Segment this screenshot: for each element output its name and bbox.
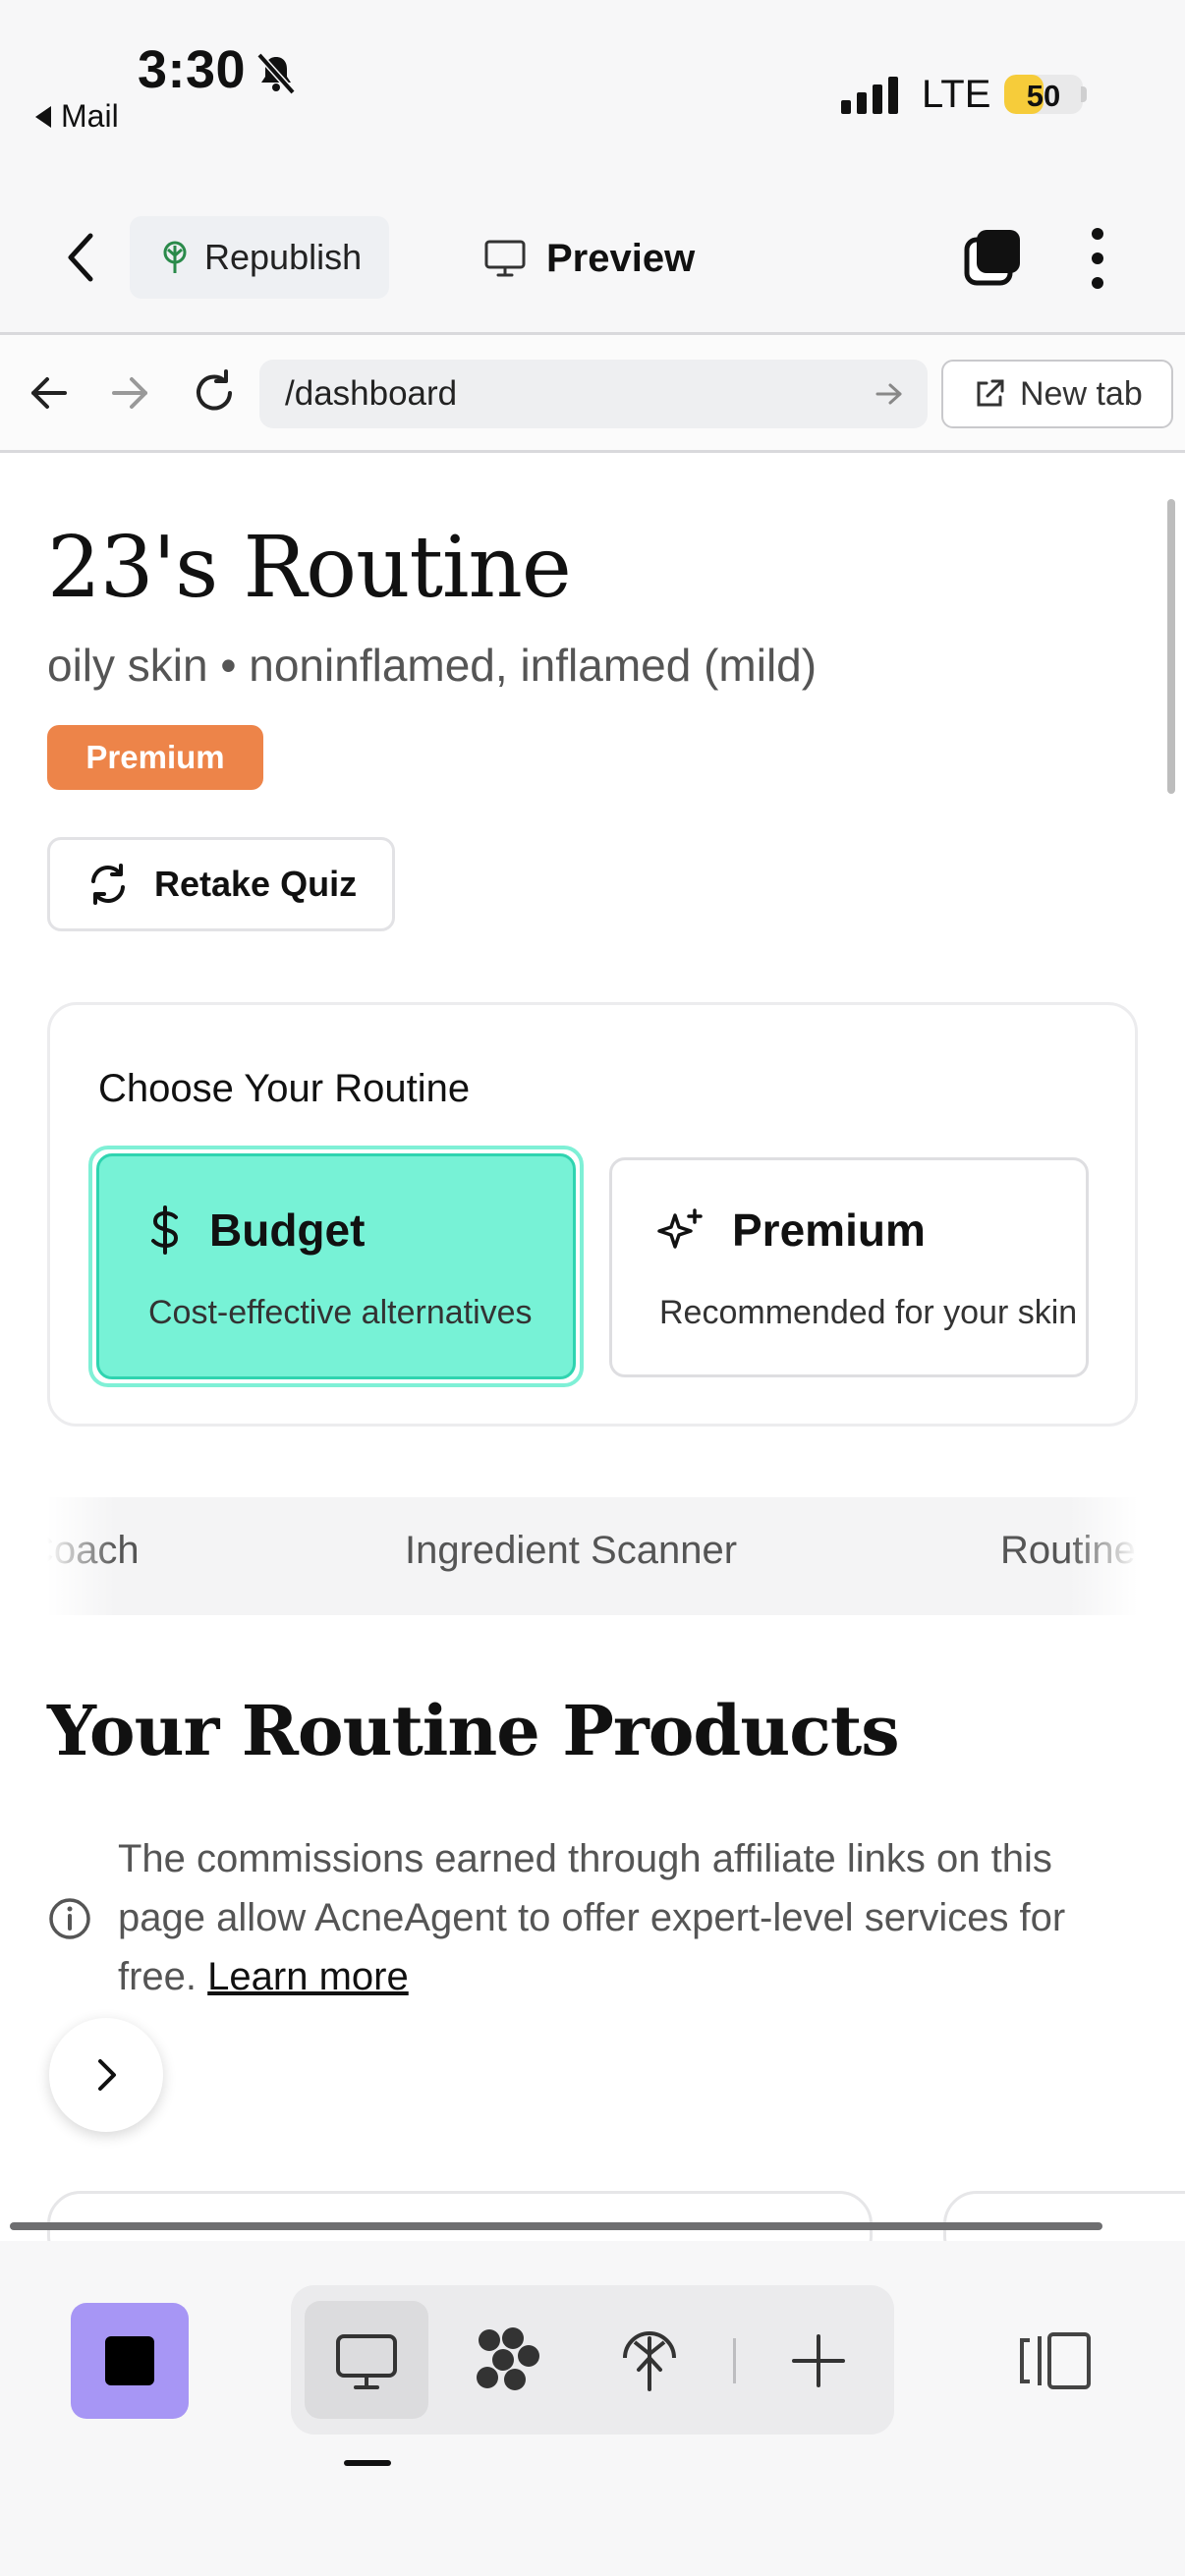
budget-option[interactable]: Budget Cost-effective alternatives — [96, 1153, 576, 1379]
arrow-left-icon[interactable] — [28, 371, 71, 415]
new-tab-label: New tab — [1020, 374, 1143, 413]
dollar-icon — [151, 1205, 179, 1255]
battery-icon: 50 — [1004, 75, 1083, 114]
sparkles-icon — [657, 1208, 703, 1249]
back-app-label: Mail — [61, 98, 119, 134]
carousel-next-button[interactable] — [49, 2018, 163, 2132]
plus-icon[interactable] — [784, 2326, 853, 2395]
info-icon — [49, 1898, 90, 1939]
feature-tabs: Coach Ingredient Scanner Routine — [47, 1497, 1138, 1615]
url-text: /dashboard — [285, 374, 458, 413]
preview-tab[interactable]: Preview — [483, 224, 695, 293]
premium-desc: Recommended for your skin — [659, 1294, 1078, 1331]
monitor-icon — [484, 240, 526, 277]
monitor-icon[interactable] — [332, 2326, 401, 2395]
battery-nub — [1081, 86, 1087, 102]
back-triangle-icon — [35, 105, 51, 128]
workspace-grid-icon[interactable] — [474, 2324, 542, 2393]
premium-title: Premium — [732, 1204, 926, 1256]
premium-option[interactable]: Premium Recommended for your skin — [609, 1157, 1089, 1377]
external-link-icon — [977, 379, 1004, 407]
refresh-icon — [91, 864, 125, 905]
battery-level: 50 — [1026, 79, 1061, 113]
new-tab-button[interactable]: New tab — [941, 360, 1173, 428]
split-view-icon[interactable] — [1016, 2328, 1095, 2393]
tabs-fade-left — [47, 1497, 116, 1615]
cell-signal-icon — [841, 75, 898, 114]
tabs-fade-right — [1069, 1497, 1138, 1615]
stop-square-icon — [105, 2336, 154, 2385]
republish-label: Republish — [204, 237, 363, 277]
more-menu-icon[interactable] — [1083, 228, 1112, 289]
budget-title: Budget — [209, 1204, 366, 1256]
products-heading: Your Routine Products — [47, 1690, 900, 1771]
chevron-right-icon — [98, 2059, 116, 2091]
tab-ingredient-scanner[interactable]: Ingredient Scanner — [405, 1529, 737, 1573]
budget-desc: Cost-effective alternatives — [148, 1294, 533, 1331]
affiliate-disclosure: The commissions earned through affiliate… — [118, 1829, 1110, 2006]
routine-chooser-heading: Choose Your Routine — [98, 1067, 471, 1110]
scrollbar-thumb[interactable] — [1167, 499, 1175, 794]
deploy-tree-icon — [163, 241, 187, 273]
republish-button[interactable]: Republish — [130, 216, 389, 299]
app-icon-button[interactable] — [71, 2303, 189, 2419]
network-label: LTE — [922, 73, 991, 116]
deploy-icon[interactable] — [615, 2324, 684, 2393]
go-arrow-icon[interactable] — [875, 381, 904, 407]
retake-quiz-label: Retake Quiz — [154, 864, 358, 904]
silent-bell-icon — [256, 52, 296, 95]
tabs-icon[interactable] — [963, 228, 1022, 287]
status-time: 3:30 — [138, 40, 247, 99]
skin-profile-subtitle: oily skin • noninflamed, inflamed (mild) — [47, 640, 818, 691]
toolbar-separator — [733, 2338, 736, 2383]
retake-quiz-button[interactable]: Retake Quiz — [47, 837, 395, 931]
back-to-mail-link[interactable]: Mail — [35, 98, 119, 135]
chevron-left-icon[interactable] — [61, 228, 100, 287]
horizontal-scrollbar[interactable] — [10, 2222, 1102, 2230]
page-title: 23's Routine — [47, 519, 572, 617]
url-input[interactable]: /dashboard — [259, 360, 928, 428]
preview-label: Preview — [546, 236, 696, 280]
premium-badge: Premium — [47, 725, 263, 790]
reload-icon[interactable] — [191, 367, 238, 417]
active-tool-indicator — [344, 2460, 391, 2466]
arrow-right-icon[interactable] — [108, 371, 151, 415]
learn-more-link[interactable]: Learn more — [207, 1955, 409, 1998]
